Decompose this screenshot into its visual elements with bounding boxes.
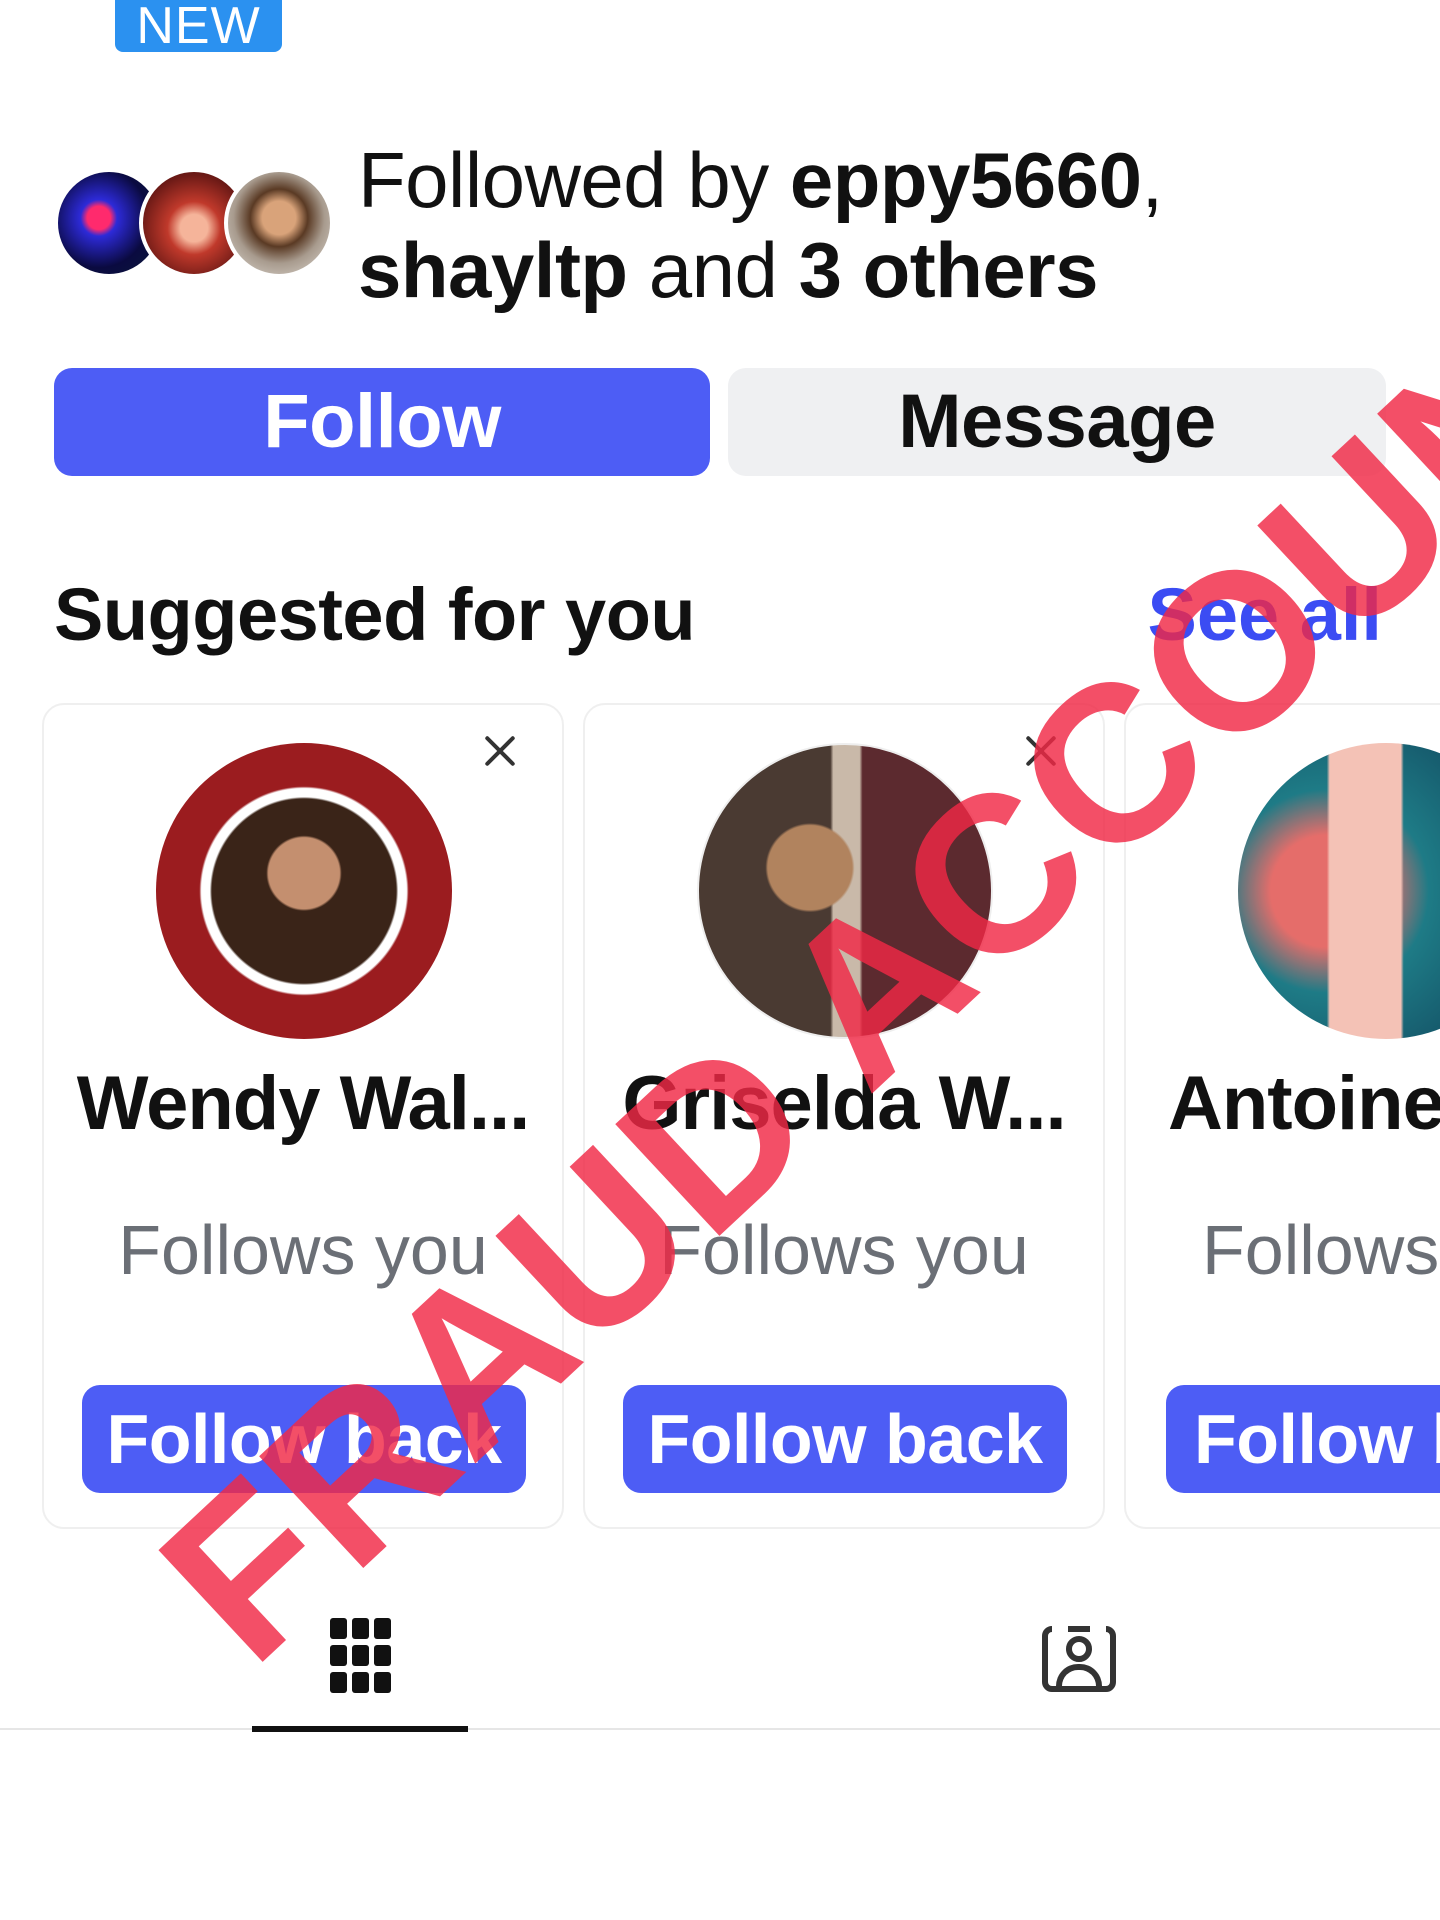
suggestion-subtitle: Follows bbox=[1202, 1211, 1440, 1289]
new-badge-label: NEW bbox=[136, 0, 261, 55]
suggested-title: Suggested for you bbox=[54, 573, 696, 656]
follow-back-button[interactable]: Follow b bbox=[1166, 1385, 1440, 1493]
followed-by-row[interactable]: Followed by eppy5660, shayltp and 3 other… bbox=[54, 135, 1394, 314]
profile-tab-bar bbox=[0, 1600, 1440, 1732]
suggestion-name[interactable]: Wendy Wal... bbox=[44, 1060, 562, 1147]
follower-avatar-stack[interactable] bbox=[54, 168, 334, 280]
suggestion-card[interactable]: Antoine Follows Follow b bbox=[1124, 703, 1440, 1529]
followed-by-prefix: Followed by bbox=[358, 136, 790, 224]
grid-icon bbox=[330, 1618, 392, 1694]
close-icon[interactable] bbox=[1021, 731, 1061, 771]
followers-others-link[interactable]: 3 others bbox=[799, 226, 1099, 314]
see-all-link[interactable]: See all bbox=[1147, 572, 1382, 657]
followed-by-text[interactable]: Followed by eppy5660, shayltp and 3 other… bbox=[358, 135, 1163, 315]
follower-username[interactable]: eppy5660 bbox=[790, 136, 1142, 224]
follow-button[interactable]: Follow bbox=[54, 368, 710, 476]
message-button[interactable]: Message bbox=[728, 368, 1386, 476]
follow-back-button[interactable]: Follow back bbox=[82, 1385, 526, 1493]
followed-by-and: and bbox=[627, 226, 799, 314]
follow-back-button[interactable]: Follow back bbox=[623, 1385, 1067, 1493]
follower-avatar bbox=[224, 168, 334, 278]
profile-photo[interactable] bbox=[697, 743, 993, 1039]
follower-username[interactable]: shayltp bbox=[358, 226, 628, 314]
profile-photo[interactable] bbox=[156, 743, 452, 1039]
tab-posts-grid[interactable] bbox=[252, 1600, 468, 1732]
new-badge: NEW bbox=[115, 0, 282, 52]
suggestion-subtitle: Follows you bbox=[659, 1211, 1029, 1289]
suggestion-name[interactable]: Griselda W... bbox=[585, 1060, 1103, 1147]
suggestion-name[interactable]: Antoine bbox=[1168, 1060, 1440, 1147]
profile-photo[interactable] bbox=[1238, 743, 1440, 1039]
suggestion-card[interactable]: Wendy Wal... Follows you Follow back bbox=[42, 703, 564, 1529]
suggestion-card[interactable]: Griselda W... Follows you Follow back bbox=[583, 703, 1105, 1529]
separator: , bbox=[1141, 136, 1163, 224]
suggestion-subtitle: Follows you bbox=[118, 1211, 488, 1289]
tagged-person-icon[interactable] bbox=[1042, 1620, 1116, 1692]
active-tab-indicator bbox=[252, 1726, 468, 1732]
close-icon[interactable] bbox=[480, 731, 520, 771]
